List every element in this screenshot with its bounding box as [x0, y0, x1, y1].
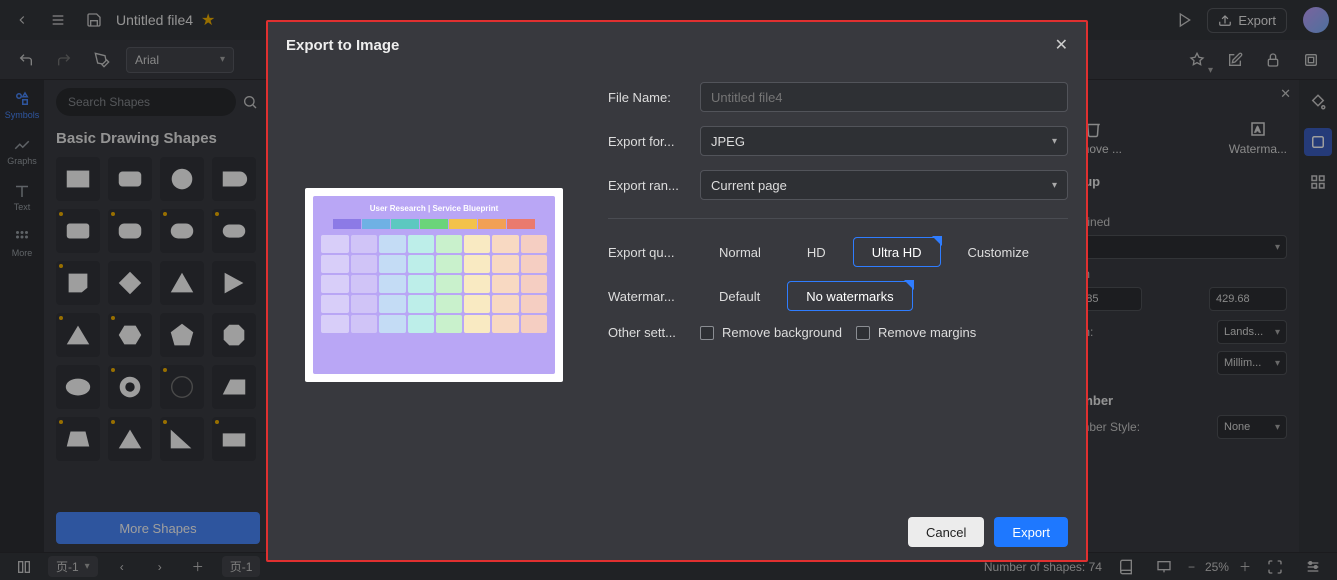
other-label: Other sett... [608, 325, 686, 340]
remove-margins-checkbox[interactable]: Remove margins [856, 325, 976, 340]
format-label: Export for... [608, 134, 686, 149]
quality-label: Export qu... [608, 245, 686, 260]
export-dialog: Export to Image ✕ User Research | Servic… [266, 20, 1088, 562]
filename-input[interactable] [700, 82, 1068, 112]
cancel-button[interactable]: Cancel [908, 517, 984, 547]
quality-ultrahd[interactable]: Ultra HD [853, 237, 941, 267]
range-select[interactable]: Current page▾ [700, 170, 1068, 200]
close-icon[interactable]: ✕ [1055, 35, 1068, 55]
watermark-default[interactable]: Default [700, 281, 779, 311]
export-preview: User Research | Service Blueprint [286, 78, 582, 504]
range-label: Export ran... [608, 178, 686, 193]
remove-bg-checkbox[interactable]: Remove background [700, 325, 842, 340]
range-value: Current page [711, 178, 787, 193]
export-button[interactable]: Export [994, 517, 1068, 547]
dialog-title: Export to Image [286, 37, 399, 54]
watermark-none[interactable]: No watermarks [787, 281, 912, 311]
preview-title: User Research | Service Blueprint [370, 204, 499, 213]
watermark-label: Watermar... [608, 289, 686, 304]
quality-hd[interactable]: HD [788, 237, 845, 267]
quality-customize[interactable]: Customize [949, 237, 1048, 267]
quality-normal[interactable]: Normal [700, 237, 780, 267]
filename-label: File Name: [608, 90, 686, 105]
format-select[interactable]: JPEG▾ [700, 126, 1068, 156]
modal-overlay: Export to Image ✕ User Research | Servic… [0, 0, 1337, 580]
format-value: JPEG [711, 134, 745, 149]
